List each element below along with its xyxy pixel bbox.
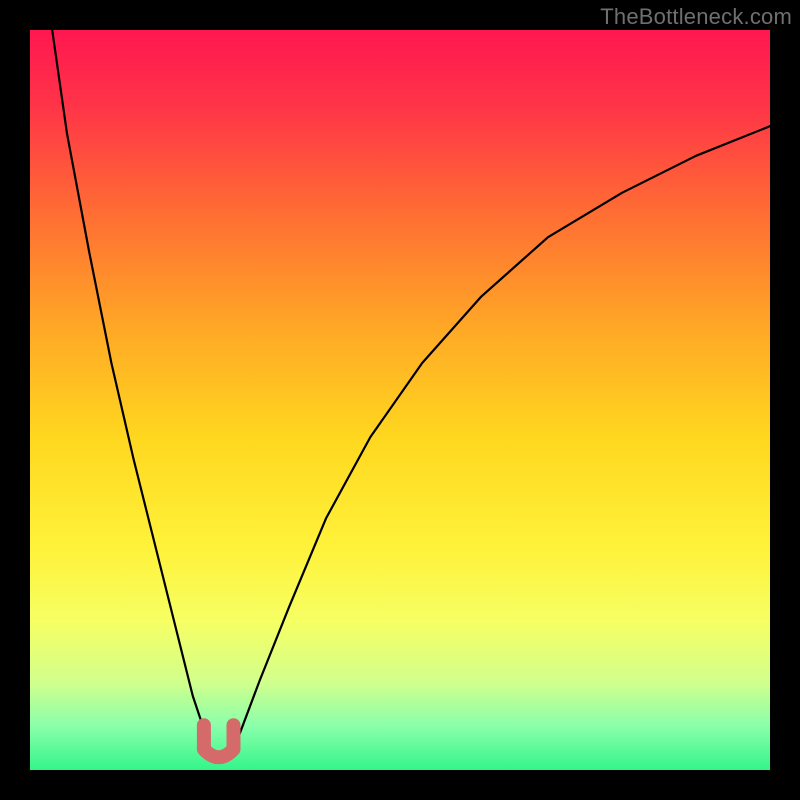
plot-area	[30, 30, 770, 770]
minimum-marker	[204, 725, 234, 757]
curve-layer	[30, 30, 770, 770]
watermark-text: TheBottleneck.com	[600, 4, 792, 30]
bottleneck-curve	[52, 30, 770, 763]
chart-frame: TheBottleneck.com	[0, 0, 800, 800]
